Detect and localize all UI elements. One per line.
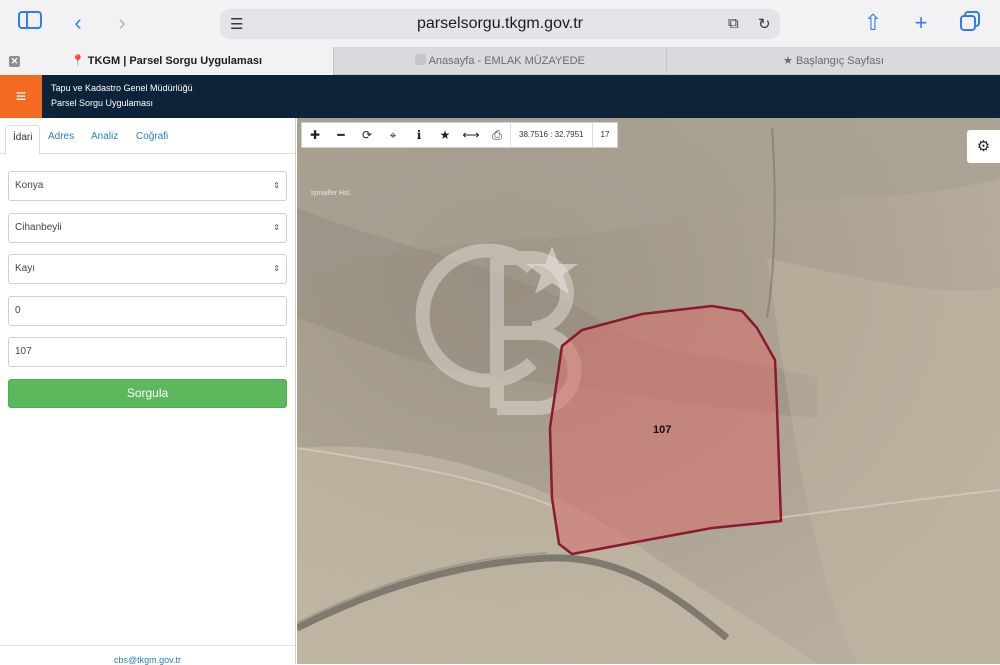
panel-tabs: İdari Adres Analiz Coğrafi: [0, 118, 295, 155]
neighborhood-select[interactable]: Kayı ⇕: [8, 254, 287, 284]
zoom-level: 17: [591, 123, 618, 147]
tab-idari[interactable]: İdari: [5, 125, 41, 155]
block-no-value: 0: [15, 305, 21, 316]
tab-label: Başlangıç Sayfası: [795, 55, 884, 67]
tab-start-page[interactable]: ★ Başlangıç Sayfası: [666, 47, 1000, 75]
chevron-updown-icon: ⇕: [273, 223, 280, 232]
back-icon[interactable]: ‹: [65, 10, 91, 36]
sidebar-toggle-icon[interactable]: [17, 10, 43, 36]
org-name: Tapu ve Kadastro Genel Müdürlüğü: [51, 83, 193, 93]
info-icon[interactable]: ℹ: [406, 123, 432, 147]
favicon-icon: [415, 54, 427, 65]
locate-icon[interactable]: ⌖: [380, 123, 406, 147]
province-select[interactable]: Konya ⇕: [8, 171, 287, 201]
parcel-no-input[interactable]: 107: [8, 337, 287, 367]
tab-overview-icon[interactable]: [957, 10, 983, 36]
tab-label: TKGM | Parsel Sorgu Uygulaması: [87, 55, 262, 67]
star-icon: ★: [783, 55, 793, 67]
new-tab-icon[interactable]: +: [908, 10, 934, 36]
refresh-icon[interactable]: ⟳: [354, 123, 380, 147]
translate-icon[interactable]: ⧉: [728, 15, 739, 32]
district-value: Cihanbeyli: [15, 222, 62, 233]
parcel-label: 107: [653, 424, 672, 436]
chevron-updown-icon: ⇕: [273, 264, 280, 273]
tab-label: Anasayfa - EMLAK MÜZAYEDE: [428, 55, 585, 67]
coordinate-readout: 38.7516 : 32.7951: [510, 123, 592, 147]
measure-icon[interactable]: ⟷: [458, 123, 484, 147]
block-no-input[interactable]: 0: [8, 296, 287, 326]
address-bar[interactable]: ☰ parselsorgu.tkgm.gov.tr ⧉ ↻: [220, 9, 780, 39]
query-panel: İdari Adres Analiz Coğrafi Konya ⇕ Cihan…: [0, 118, 296, 665]
reload-icon[interactable]: ↻: [758, 15, 771, 33]
forward-icon[interactable]: ›: [109, 10, 135, 36]
hamburger-menu-icon[interactable]: ≡: [0, 75, 42, 118]
print-icon[interactable]: ⎙: [484, 123, 510, 147]
zoom-out-icon[interactable]: ━: [328, 123, 354, 147]
query-button[interactable]: Sorgula: [8, 379, 287, 408]
map-view[interactable]: Işmailler Hsl. 107 ✚ ━ ⟳ ⌖ ℹ ★ ⟷ ⎙ 38.75…: [297, 118, 1000, 664]
chevron-updown-icon: ⇕: [273, 181, 280, 190]
tab-adres[interactable]: Adres: [41, 125, 81, 154]
zoom-in-icon[interactable]: ✚: [302, 123, 328, 147]
parcel-no-value: 107: [15, 346, 32, 357]
tab-emlak[interactable]: Anasayfa - EMLAK MÜZAYEDE: [333, 47, 666, 75]
close-tab-icon[interactable]: ✕: [9, 56, 20, 67]
url-text: parselsorgu.tkgm.gov.tr: [417, 15, 583, 32]
tab-tkgm[interactable]: ✕ 📍 TKGM | Parsel Sorgu Uygulaması: [0, 47, 333, 75]
footer-email[interactable]: cbs@tkgm.gov.tr: [0, 645, 295, 665]
browser-toolbar: ‹ › ☰ parselsorgu.tkgm.gov.tr ⧉ ↻ ⇧ +: [0, 0, 1000, 47]
tab-cografi[interactable]: Coğrafi: [129, 125, 175, 154]
share-icon[interactable]: ⇧: [860, 10, 886, 36]
favorite-icon[interactable]: ★: [432, 123, 458, 147]
app-name: Parsel Sorgu Uygulaması: [51, 98, 154, 108]
tab-analiz[interactable]: Analiz: [84, 125, 125, 154]
tab-bar: ✕ 📍 TKGM | Parsel Sorgu Uygulaması Anasa…: [0, 47, 1000, 75]
app-header: ≡ Tapu ve Kadastro Genel Müdürlüğü Parse…: [0, 75, 1000, 118]
gear-icon[interactable]: ⚙: [967, 130, 1000, 163]
satellite-imagery: [297, 118, 1000, 664]
province-value: Konya: [15, 180, 44, 191]
hill-label: Işmailler Hsl.: [311, 190, 352, 197]
district-select[interactable]: Cihanbeyli ⇕: [8, 213, 287, 243]
location-pin-icon: 📍: [71, 55, 85, 67]
neighborhood-value: Kayı: [15, 263, 36, 274]
map-toolbar: ✚ ━ ⟳ ⌖ ℹ ★ ⟷ ⎙ 38.7516 : 32.7951 17: [301, 122, 619, 148]
